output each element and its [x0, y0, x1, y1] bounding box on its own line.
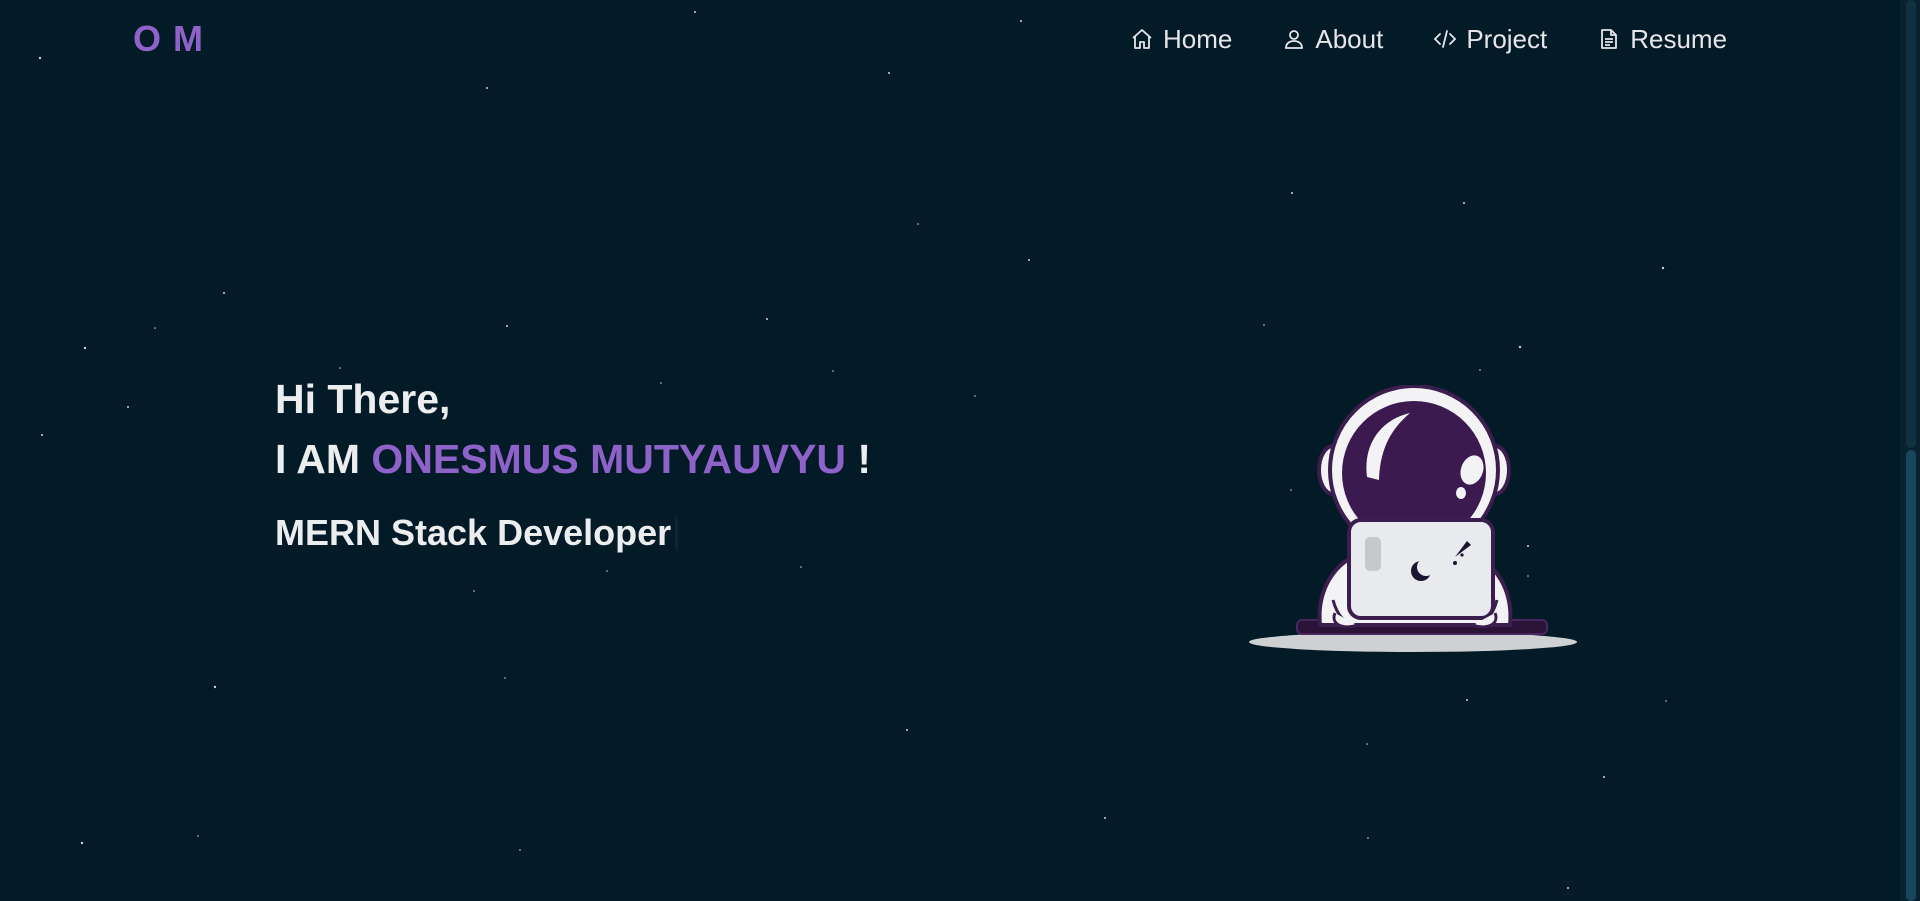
- hero-name-prefix: I AM: [275, 436, 372, 482]
- scrollbar-thumb[interactable]: [1906, 450, 1916, 901]
- nav-label-project: Project: [1466, 23, 1548, 54]
- logo[interactable]: O M: [133, 18, 204, 60]
- hero-role-text: MERN Stack Developer: [275, 512, 672, 553]
- nav-label-resume: Resume: [1630, 23, 1728, 54]
- nav-label-about: About: [1315, 23, 1384, 54]
- vertical-scrollbar[interactable]: [1900, 0, 1920, 901]
- nav-label-home: Home: [1163, 23, 1233, 54]
- hero-name-line: I AM ONESMUS MUTYAUVYU !: [275, 428, 871, 490]
- typing-cursor: [675, 517, 679, 549]
- page: O M Home About Project Resume Hi There, …: [0, 0, 1920, 901]
- hero-greeting: Hi There,: [275, 376, 451, 422]
- astronaut-illustration: [1249, 385, 1577, 652]
- hero-name-suffix: !: [846, 436, 872, 482]
- hero-text: Hi There, I AM ONESMUS MUTYAUVYU ! MERN …: [275, 370, 871, 554]
- nav-links: Home About Project Resume: [1130, 20, 1727, 58]
- nav-item-about[interactable]: About: [1282, 20, 1383, 58]
- nav-item-project[interactable]: Project: [1433, 20, 1547, 58]
- document-icon: [1601, 29, 1618, 49]
- navbar: O M Home About Project Resume: [0, 0, 1900, 78]
- home-icon: [1132, 29, 1152, 49]
- nav-item-home[interactable]: Home: [1130, 20, 1232, 58]
- hero-role: MERN Stack Developer: [275, 512, 871, 554]
- hero-name: ONESMUS MUTYAUVYU: [371, 436, 847, 482]
- user-icon: [1285, 30, 1304, 49]
- code-icon: [1434, 30, 1457, 48]
- scrollbar-track-upper: [1906, 0, 1916, 448]
- nav-item-resume[interactable]: Resume: [1597, 20, 1727, 58]
